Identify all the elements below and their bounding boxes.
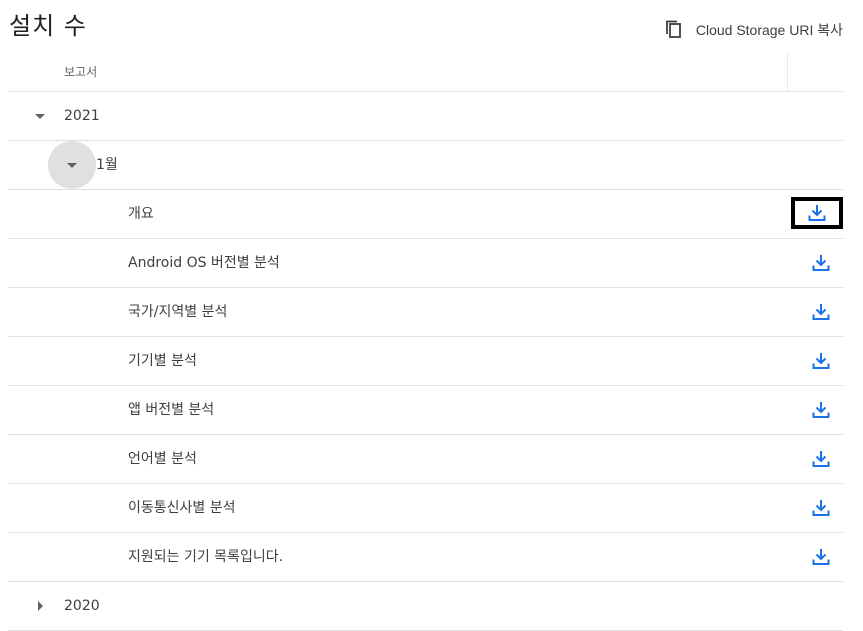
download-button[interactable] [809,349,833,373]
arrow-drop-down-icon [67,163,77,168]
report-row: 국가/지역별 분석 [8,288,843,337]
report-row: 언어별 분석 [8,435,843,484]
report-row: 이동통신사별 분석 [8,484,843,533]
download-button[interactable] [809,398,833,422]
download-button[interactable] [809,496,833,520]
report-row: 기기별 분석 [8,337,843,386]
year-row-2020[interactable]: 2020 [8,582,843,631]
report-table: 보고서 2021 1월 개요 Android OS 버전별 분석 국가/지역별 … [8,52,843,631]
report-label: 지원되는 기기 목록입니다. [128,549,284,565]
download-icon [808,205,826,221]
download-icon [812,304,830,320]
report-row: 개요 [8,190,843,239]
download-button[interactable] [809,300,833,324]
table-header: 보고서 [8,52,843,92]
report-label: 앱 버전별 분석 [128,402,215,418]
column-header-report: 보고서 [64,65,98,79]
copy-cloud-storage-uri-button[interactable]: Cloud Storage URI 복사 [662,18,843,42]
expand-year-2021-toggle[interactable] [28,104,52,128]
report-label: Android OS 버전별 분석 [128,255,280,271]
expand-year-2020-toggle[interactable] [28,594,52,618]
expand-month-toggle[interactable] [48,141,96,189]
download-icon [812,353,830,369]
month-label: 1월 [96,157,118,173]
report-label: 기기별 분석 [128,353,197,369]
download-button[interactable] [809,545,833,569]
download-icon [812,402,830,418]
report-label: 개요 [128,206,154,222]
arrow-right-icon [38,601,43,611]
download-icon [812,549,830,565]
copy-uri-label: Cloud Storage URI 복사 [695,22,843,38]
report-label: 언어별 분석 [128,451,197,467]
report-row: Android OS 버전별 분석 [8,239,843,288]
year-label: 2020 [64,598,100,614]
arrow-drop-down-icon [35,114,45,119]
year-row-2021[interactable]: 2021 [8,92,843,141]
installs-report-page: 설치 수 Cloud Storage URI 복사 보고서 2021 1월 개요… [0,0,863,631]
download-button[interactable] [809,251,833,275]
download-button[interactable] [809,447,833,471]
copy-icon [662,18,686,42]
download-button[interactable] [791,197,843,229]
report-label: 국가/지역별 분석 [128,304,228,320]
page-title: 설치 수 [9,12,87,40]
column-divider [787,52,788,91]
report-row: 지원되는 기기 목록입니다. [8,533,843,582]
download-icon [812,255,830,271]
report-row: 앱 버전별 분석 [8,386,843,435]
download-icon [812,500,830,516]
download-icon [812,451,830,467]
year-label: 2021 [64,108,100,124]
month-row-january[interactable]: 1월 [8,141,843,190]
report-label: 이동통신사별 분석 [128,500,236,516]
